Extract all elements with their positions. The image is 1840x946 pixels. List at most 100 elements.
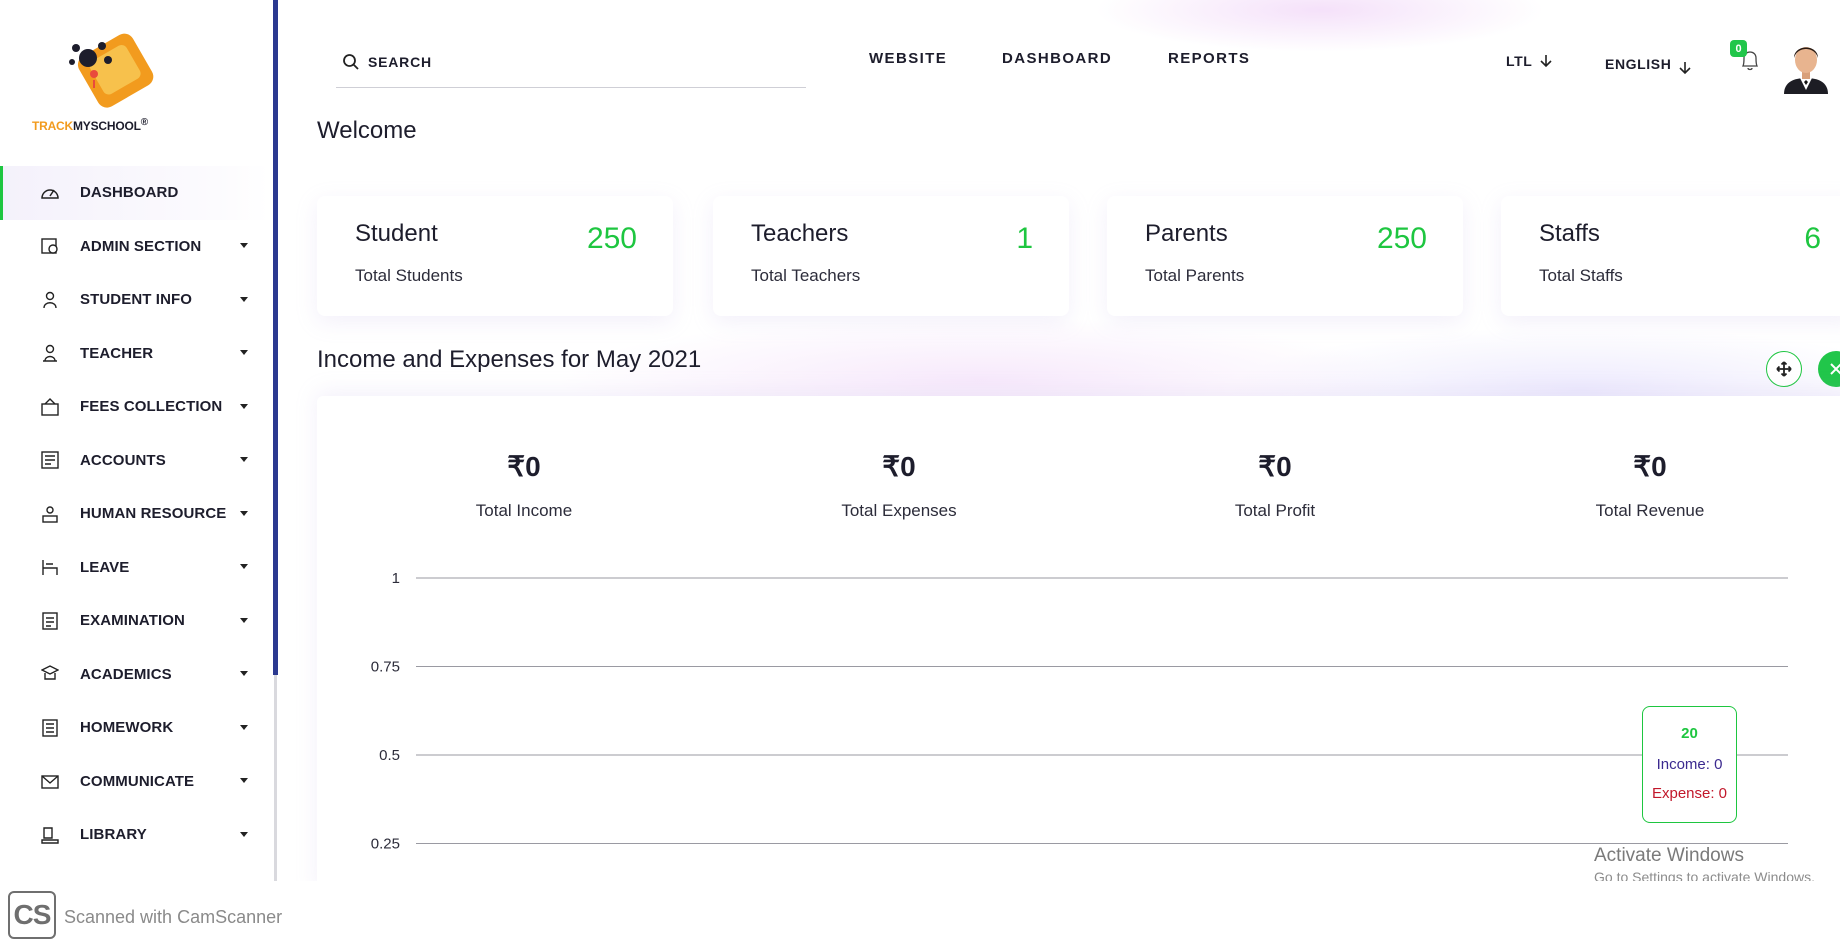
- card-value: 6: [1804, 222, 1821, 255]
- chevron-down-icon[interactable]: [240, 617, 248, 623]
- metric-label: Total Revenue: [1595, 501, 1705, 520]
- nav-website[interactable]: WEBSITE: [869, 50, 947, 67]
- nav-dashboard[interactable]: DASHBOARD: [1002, 50, 1112, 67]
- stat-card-staffs: Staffs Total Staffs 6: [1501, 196, 1840, 316]
- exam-icon: [40, 611, 60, 631]
- chevron-down-icon[interactable]: [240, 296, 248, 302]
- card-subtitle: Total Teachers: [751, 266, 861, 285]
- chevron-down-icon[interactable]: [240, 403, 248, 409]
- camscanner-watermark: Scanned with CamScanner: [64, 907, 283, 927]
- y-tick-label: 1: [392, 570, 400, 587]
- metric-total-revenue: ₹0 Total Revenue: [1530, 450, 1770, 521]
- chevron-down-icon[interactable]: [240, 350, 248, 356]
- sidebar: TRACKMYSCHOOL® DASHBOARD ADMIN SECTION S…: [0, 0, 275, 881]
- sidebar-item-accounts[interactable]: ACCOUNTS: [0, 434, 270, 488]
- metric-value: ₹0: [882, 451, 916, 482]
- tooltip-x-value: 20: [1681, 725, 1698, 742]
- sidebar-item-label: ACCOUNTS: [80, 451, 166, 469]
- chevron-down-icon[interactable]: [240, 564, 248, 570]
- sidebar-scroll-track: [274, 675, 277, 881]
- chevron-down-icon[interactable]: [240, 724, 248, 730]
- direction-value: LTL: [1506, 53, 1533, 69]
- chevron-down-icon[interactable]: [240, 671, 248, 677]
- sidebar-item-human-resource[interactable]: HUMAN RESOURCE: [0, 487, 270, 541]
- chart-tooltip: 20 Income: 0 Expense: 0: [1642, 706, 1737, 823]
- metric-label: Total Expenses: [841, 501, 957, 520]
- sidebar-item-label: DASHBOARD: [80, 184, 179, 202]
- sidebar-item-teacher[interactable]: TEACHER: [0, 327, 270, 381]
- y-tick-label: 0.75: [371, 659, 400, 676]
- y-tick-label: 0.25: [371, 836, 400, 853]
- metric-label: Total Profit: [1234, 501, 1316, 520]
- y-tick-label: 0.5: [379, 747, 400, 764]
- sidebar-item-academics[interactable]: ACADEMICS: [0, 648, 270, 702]
- sidebar-item-label: FEES COLLECTION: [80, 398, 223, 416]
- sidebar-item-label: TEACHER: [80, 344, 154, 362]
- section-title: Income and Expenses for May 2021: [317, 346, 702, 373]
- sidebar-item-library[interactable]: LIBRARY: [0, 808, 270, 862]
- avatar[interactable]: [1780, 38, 1832, 94]
- accounts-icon: [40, 450, 60, 470]
- chevron-down-icon[interactable]: [240, 831, 248, 837]
- sidebar-item-communicate[interactable]: COMMUNICATE: [0, 755, 270, 809]
- tooltip-income: Income: 0: [1656, 756, 1723, 773]
- metric-value: ₹0: [507, 451, 541, 482]
- gauge-icon: [40, 183, 60, 203]
- sidebar-item-label: HOMEWORK: [80, 719, 174, 737]
- card-title: Student: [355, 220, 438, 247]
- sidebar-item-examination[interactable]: EXAMINATION: [0, 594, 270, 648]
- card-subtitle: Total Parents: [1145, 266, 1245, 285]
- chevron-down-icon[interactable]: [240, 457, 248, 463]
- student-icon: [40, 290, 60, 310]
- sidebar-item-label: EXAMINATION: [80, 612, 185, 630]
- card-value: 250: [586, 222, 637, 255]
- stat-card-student: Student Total Students 250: [317, 196, 673, 316]
- search-bar[interactable]: [336, 36, 806, 88]
- sidebar-nav: DASHBOARD ADMIN SECTION STUDENT INFO TEA…: [0, 166, 270, 862]
- metric-total-income: ₹0 Total Income: [404, 450, 644, 521]
- notification-badge: 0: [1730, 40, 1747, 57]
- income-expense-chart: 1 0.75 0.5 0.25: [371, 570, 1788, 853]
- close-icon: [1830, 363, 1840, 375]
- welcome-heading: Welcome: [317, 117, 417, 144]
- chevron-down-icon[interactable]: [240, 243, 248, 249]
- metric-label: Total Income: [475, 501, 573, 520]
- sidebar-item-student-info[interactable]: STUDENT INFO: [0, 273, 270, 327]
- nav-reports[interactable]: REPORTS: [1168, 50, 1250, 67]
- fees-icon: [40, 397, 60, 417]
- card-value: 1: [1016, 222, 1033, 255]
- sidebar-item-homework[interactable]: HOMEWORK: [0, 701, 270, 755]
- direction-select[interactable]: LTL: [1506, 53, 1552, 69]
- chevron-down-icon[interactable]: [240, 510, 248, 516]
- activate-windows-subtitle: Go to Settings to activate Windows.: [1594, 869, 1815, 881]
- card-title: Parents: [1145, 220, 1228, 247]
- stat-card-teachers: Teachers Total Teachers 1: [713, 196, 1069, 316]
- sidebar-item-fees-collection[interactable]: FEES COLLECTION: [0, 380, 270, 434]
- admin-icon: [40, 236, 60, 256]
- card-subtitle: Total Students: [355, 266, 463, 285]
- communicate-icon: [40, 771, 60, 791]
- move-arrows-icon: [1776, 361, 1792, 377]
- sidebar-scrollbar[interactable]: [273, 0, 278, 675]
- sidebar-item-label: ACADEMICS: [80, 665, 172, 683]
- card-subtitle: Total Staffs: [1539, 266, 1623, 285]
- arrow-down-icon: [1679, 62, 1692, 75]
- sidebar-item-admin-section[interactable]: ADMIN SECTION: [0, 220, 270, 274]
- card-title: Teachers: [751, 220, 849, 247]
- homework-icon: [40, 718, 60, 738]
- metric-value: ₹0: [1633, 451, 1667, 482]
- sidebar-item-dashboard[interactable]: DASHBOARD: [0, 166, 270, 220]
- metric-value: ₹0: [1258, 451, 1292, 482]
- tooltip-expense: Expense: 0: [1651, 785, 1728, 802]
- language-select[interactable]: ENGLISH: [1605, 53, 1692, 75]
- search-input[interactable]: [368, 53, 748, 70]
- chevron-down-icon[interactable]: [240, 778, 248, 784]
- move-button[interactable]: [1766, 351, 1802, 387]
- sidebar-item-label: STUDENT INFO: [80, 291, 193, 309]
- activate-windows-title: Activate Windows: [1594, 845, 1744, 866]
- hr-icon: [40, 504, 60, 524]
- logo-wordmark: TRACKMYSCHOOL®: [32, 117, 148, 133]
- sidebar-item-leave[interactable]: LEAVE: [0, 541, 270, 595]
- academics-icon: [40, 664, 60, 684]
- search-icon: [343, 53, 359, 70]
